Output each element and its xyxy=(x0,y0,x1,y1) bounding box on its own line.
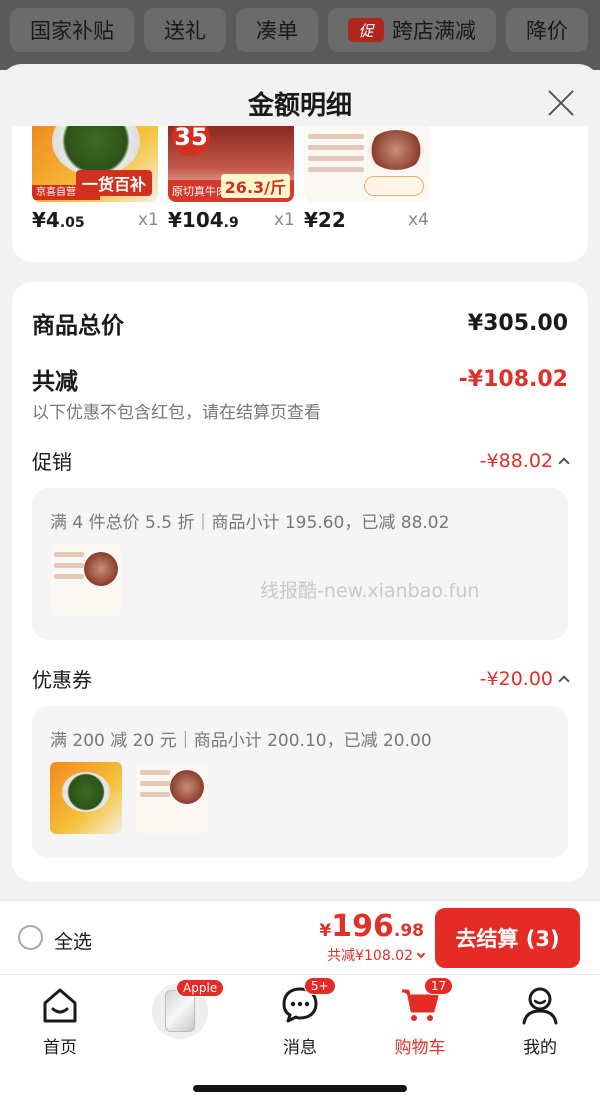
coupon-product-thumbnail-veg[interactable] xyxy=(50,762,122,834)
category-bundle[interactable]: 凑单 xyxy=(236,8,318,52)
goods-total-label: 商品总价 xyxy=(32,313,124,339)
home-indicator xyxy=(193,1085,407,1092)
promo-product-thumbnail[interactable] xyxy=(50,544,122,616)
coupon-detail-box: 满 200 减 20 元｜商品小计 200.10，已减 20.00 xyxy=(32,706,568,858)
tab-cart[interactable]: 17 购物车 xyxy=(370,977,470,1065)
coupon-detail-text: 满 200 减 20 元｜商品小计 200.10，已减 20.00 xyxy=(50,731,432,751)
product-image-badge: 35 xyxy=(172,126,210,156)
category-bar: 国家补贴 送礼 凑单 促 跨店满减 降价 xyxy=(0,0,600,70)
promo-value: -¥88.02 xyxy=(479,449,553,472)
promo-detail-text: 满 4 件总价 5.5 折｜商品小计 195.60，已减 88.02 xyxy=(50,513,450,533)
tab-label: 购物车 xyxy=(394,1038,446,1058)
product-item[interactable]: ¥22 x4 xyxy=(304,126,434,262)
price-summary-card: 商品总价 ¥305.00 共减 -¥108.02 以下优惠不包含红包，请在结算页… xyxy=(12,282,588,882)
product-list-card: 京喜自营包邮 一货百补 ¥4.05 x1 35 原切真牛肉 不注水 26.3/斤… xyxy=(12,126,588,262)
promo-detail-box: 满 4 件总价 5.5 折｜商品小计 195.60，已减 88.02 线报酷-n… xyxy=(32,488,568,640)
tab-me[interactable]: 我的 xyxy=(490,985,590,1065)
category-label: 国家补贴 xyxy=(30,19,114,43)
total-price: ¥196.98 xyxy=(319,909,424,944)
category-label: 跨店满减 xyxy=(392,19,476,43)
sheet-title: 金额明细 xyxy=(247,90,352,121)
category-national-subsidy[interactable]: 国家补贴 xyxy=(10,8,134,52)
tab-apple-promo[interactable]: Apple xyxy=(130,979,230,1065)
promo-label: 促销 xyxy=(32,450,72,474)
category-gift[interactable]: 送礼 xyxy=(144,8,226,52)
reduce-note: 以下优惠不包含红包，请在结算页查看 xyxy=(32,403,321,423)
goods-total-row: 商品总价 ¥305.00 xyxy=(32,306,568,340)
promo-value-toggle[interactable]: -¥88.02 xyxy=(479,449,570,472)
product-image-label: 一货百补 xyxy=(75,170,152,196)
reduce-row: 共减 -¥108.02 xyxy=(32,362,568,396)
watermark-text: 线报酷-new.xianbao.fun xyxy=(260,580,480,602)
tab-label: 消息 xyxy=(283,1038,317,1058)
category-cross-store-discount[interactable]: 促 跨店满减 xyxy=(328,8,496,52)
product-image xyxy=(304,126,430,202)
product-image-price: 26.3/斤 xyxy=(220,174,290,198)
chevron-up-icon xyxy=(558,675,570,687)
tab-messages[interactable]: 5+ 消息 xyxy=(250,977,350,1065)
coupon-product-thumbnail-beef[interactable] xyxy=(136,762,208,834)
product-price: ¥22 xyxy=(304,208,346,232)
select-all-label[interactable]: 全选 xyxy=(54,927,92,954)
message-icon: 5+ xyxy=(280,977,336,1025)
chevron-down-icon xyxy=(416,949,426,958)
reduce-label: 共减 xyxy=(32,369,78,395)
checkout-bar: 全选 ¥196.98 共减¥108.02 去结算 (3) xyxy=(0,900,600,974)
product-image: 35 原切真牛肉 不注水 26.3/斤 xyxy=(168,126,294,202)
category-label: 送礼 xyxy=(164,19,206,43)
tab-label: 我的 xyxy=(523,1038,557,1058)
coupon-value: -¥20.00 xyxy=(479,667,553,690)
message-badge: 5+ xyxy=(304,977,336,995)
coupon-value-toggle[interactable]: -¥20.00 xyxy=(479,667,570,690)
coupon-row[interactable]: 优惠券 -¥20.00 xyxy=(32,664,570,693)
category-price-drop[interactable]: 降价 xyxy=(506,8,588,52)
product-image: 京喜自营包邮 一货百补 xyxy=(32,126,158,202)
reduce-value: -¥108.02 xyxy=(458,366,568,392)
coupon-label: 优惠券 xyxy=(32,668,92,692)
cart-icon: 17 xyxy=(400,977,454,1025)
product-qty: x1 xyxy=(138,210,159,230)
user-icon xyxy=(520,985,560,1025)
total-reduce-text: 共减¥108.02 xyxy=(327,948,413,964)
home-icon xyxy=(40,985,80,1025)
apple-badge: Apple xyxy=(176,979,225,997)
product-qty: x4 xyxy=(408,210,429,230)
goods-total-value: ¥305.00 xyxy=(467,310,568,336)
chevron-up-icon xyxy=(558,457,570,469)
cart-badge: 17 xyxy=(424,977,454,995)
tab-home[interactable]: 首页 xyxy=(10,985,110,1065)
total-reduce-toggle[interactable]: 共减¥108.02 xyxy=(327,945,426,965)
product-qty: x1 xyxy=(274,210,295,230)
close-icon[interactable] xyxy=(544,86,578,120)
product-price: ¥104.9 xyxy=(168,208,239,232)
product-price: ¥4.05 xyxy=(32,208,85,232)
product-item[interactable]: 京喜自营包邮 一货百补 ¥4.05 x1 xyxy=(32,126,162,262)
category-label: 降价 xyxy=(526,19,568,43)
category-label: 凑单 xyxy=(256,19,298,43)
product-item[interactable]: 35 原切真牛肉 不注水 26.3/斤 ¥104.9 x1 xyxy=(168,126,298,262)
select-all-radio[interactable] xyxy=(18,925,43,950)
checkout-button[interactable]: 去结算 (3) xyxy=(435,908,580,968)
tab-label: 首页 xyxy=(43,1038,77,1058)
promo-row[interactable]: 促销 -¥88.02 xyxy=(32,446,570,475)
promo-badge-icon: 促 xyxy=(348,18,384,42)
amount-detail-sheet: 金额明细 京喜自营包邮 一货百补 ¥4.05 x1 35 原切真牛肉 不注水 2… xyxy=(0,64,600,904)
